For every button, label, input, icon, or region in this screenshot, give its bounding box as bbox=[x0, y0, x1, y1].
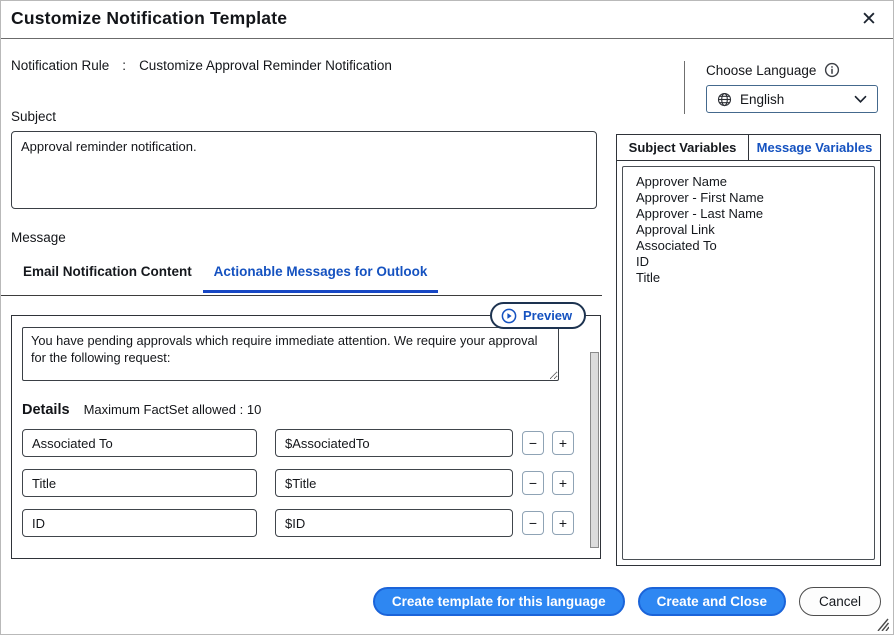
play-icon bbox=[501, 308, 517, 324]
customize-notification-template-dialog: Customize Notification Template ✕ Notifi… bbox=[0, 0, 894, 635]
close-icon[interactable]: ✕ bbox=[855, 5, 883, 33]
rule-separator: : bbox=[122, 58, 127, 73]
message-label: Message bbox=[11, 230, 66, 245]
fact-row: − + bbox=[12, 429, 600, 457]
variables-list: Approver Name Approver - First Name Appr… bbox=[622, 166, 875, 560]
notification-rule-value: Customize Approval Reminder Notification bbox=[139, 58, 392, 73]
notification-rule-row: Notification Rule: Customize Approval Rem… bbox=[11, 58, 392, 73]
footer-actions: Create template for this language Create… bbox=[1, 587, 881, 616]
resize-grip[interactable] bbox=[874, 618, 889, 631]
chevron-down-icon bbox=[854, 95, 867, 104]
add-fact-button[interactable]: + bbox=[552, 431, 574, 455]
tabs-divider bbox=[1, 295, 602, 296]
cancel-button[interactable]: Cancel bbox=[798, 587, 881, 616]
info-icon[interactable] bbox=[824, 62, 840, 78]
active-tab-underline bbox=[203, 290, 438, 293]
variable-list-item[interactable]: Approver - Last Name bbox=[636, 206, 874, 222]
subject-label: Subject bbox=[11, 109, 57, 124]
fact-value-input[interactable] bbox=[275, 429, 513, 457]
tab-actionable-messages-outlook[interactable]: Actionable Messages for Outlook bbox=[203, 264, 438, 279]
notification-rule-label: Notification Rule bbox=[11, 58, 110, 73]
max-factset-hint: Maximum FactSet allowed : 10 bbox=[83, 402, 262, 417]
remove-fact-button[interactable]: − bbox=[522, 431, 544, 455]
details-label: Details bbox=[22, 402, 70, 418]
variable-list-item[interactable]: Approver Name bbox=[636, 174, 874, 190]
preview-button[interactable]: Preview bbox=[490, 302, 587, 329]
add-fact-button[interactable]: + bbox=[552, 511, 574, 535]
language-dropdown[interactable]: English bbox=[706, 85, 878, 113]
tab-email-notification-content[interactable]: Email Notification Content bbox=[23, 264, 192, 279]
create-and-close-button[interactable]: Create and Close bbox=[637, 587, 786, 616]
message-content-box: You have pending approvals which require… bbox=[11, 315, 601, 559]
variable-list-item[interactable]: Approval Link bbox=[636, 222, 874, 238]
remove-fact-button[interactable]: − bbox=[522, 511, 544, 535]
dialog-title: Customize Notification Template bbox=[11, 8, 288, 28]
fact-label-input[interactable] bbox=[22, 469, 257, 497]
create-template-language-button[interactable]: Create template for this language bbox=[372, 587, 625, 616]
variable-list-item[interactable]: Associated To bbox=[636, 238, 874, 254]
fact-label-input[interactable] bbox=[22, 509, 257, 537]
variable-list-item[interactable]: Approver - First Name bbox=[636, 190, 874, 206]
variable-list-item[interactable]: Title bbox=[636, 270, 874, 286]
remove-fact-button[interactable]: − bbox=[522, 471, 544, 495]
fact-value-input[interactable] bbox=[275, 509, 513, 537]
globe-icon bbox=[717, 92, 732, 107]
details-row: Details Maximum FactSet allowed : 10 bbox=[22, 402, 261, 418]
fact-row: − + bbox=[12, 509, 600, 537]
tab-subject-variables[interactable]: Subject Variables bbox=[617, 135, 749, 160]
fact-row: − + bbox=[12, 469, 600, 497]
fact-label-input[interactable] bbox=[22, 429, 257, 457]
language-section-divider bbox=[684, 61, 685, 114]
tab-message-variables[interactable]: Message Variables bbox=[749, 135, 880, 160]
variables-panel: Subject Variables Message Variables Appr… bbox=[616, 134, 881, 566]
message-body-input[interactable]: You have pending approvals which require… bbox=[22, 327, 559, 381]
language-selected-value: English bbox=[740, 91, 785, 107]
add-fact-button[interactable]: + bbox=[552, 471, 574, 495]
variable-list-item[interactable]: ID bbox=[636, 254, 874, 270]
choose-language-label: Choose Language bbox=[706, 62, 817, 78]
fact-value-input[interactable] bbox=[275, 469, 513, 497]
header-divider bbox=[1, 38, 893, 39]
variables-tabs: Subject Variables Message Variables bbox=[617, 135, 880, 161]
subject-input[interactable]: Approval reminder notification. bbox=[11, 131, 597, 209]
choose-language-label-row: Choose Language bbox=[706, 62, 840, 78]
preview-label: Preview bbox=[523, 308, 573, 323]
